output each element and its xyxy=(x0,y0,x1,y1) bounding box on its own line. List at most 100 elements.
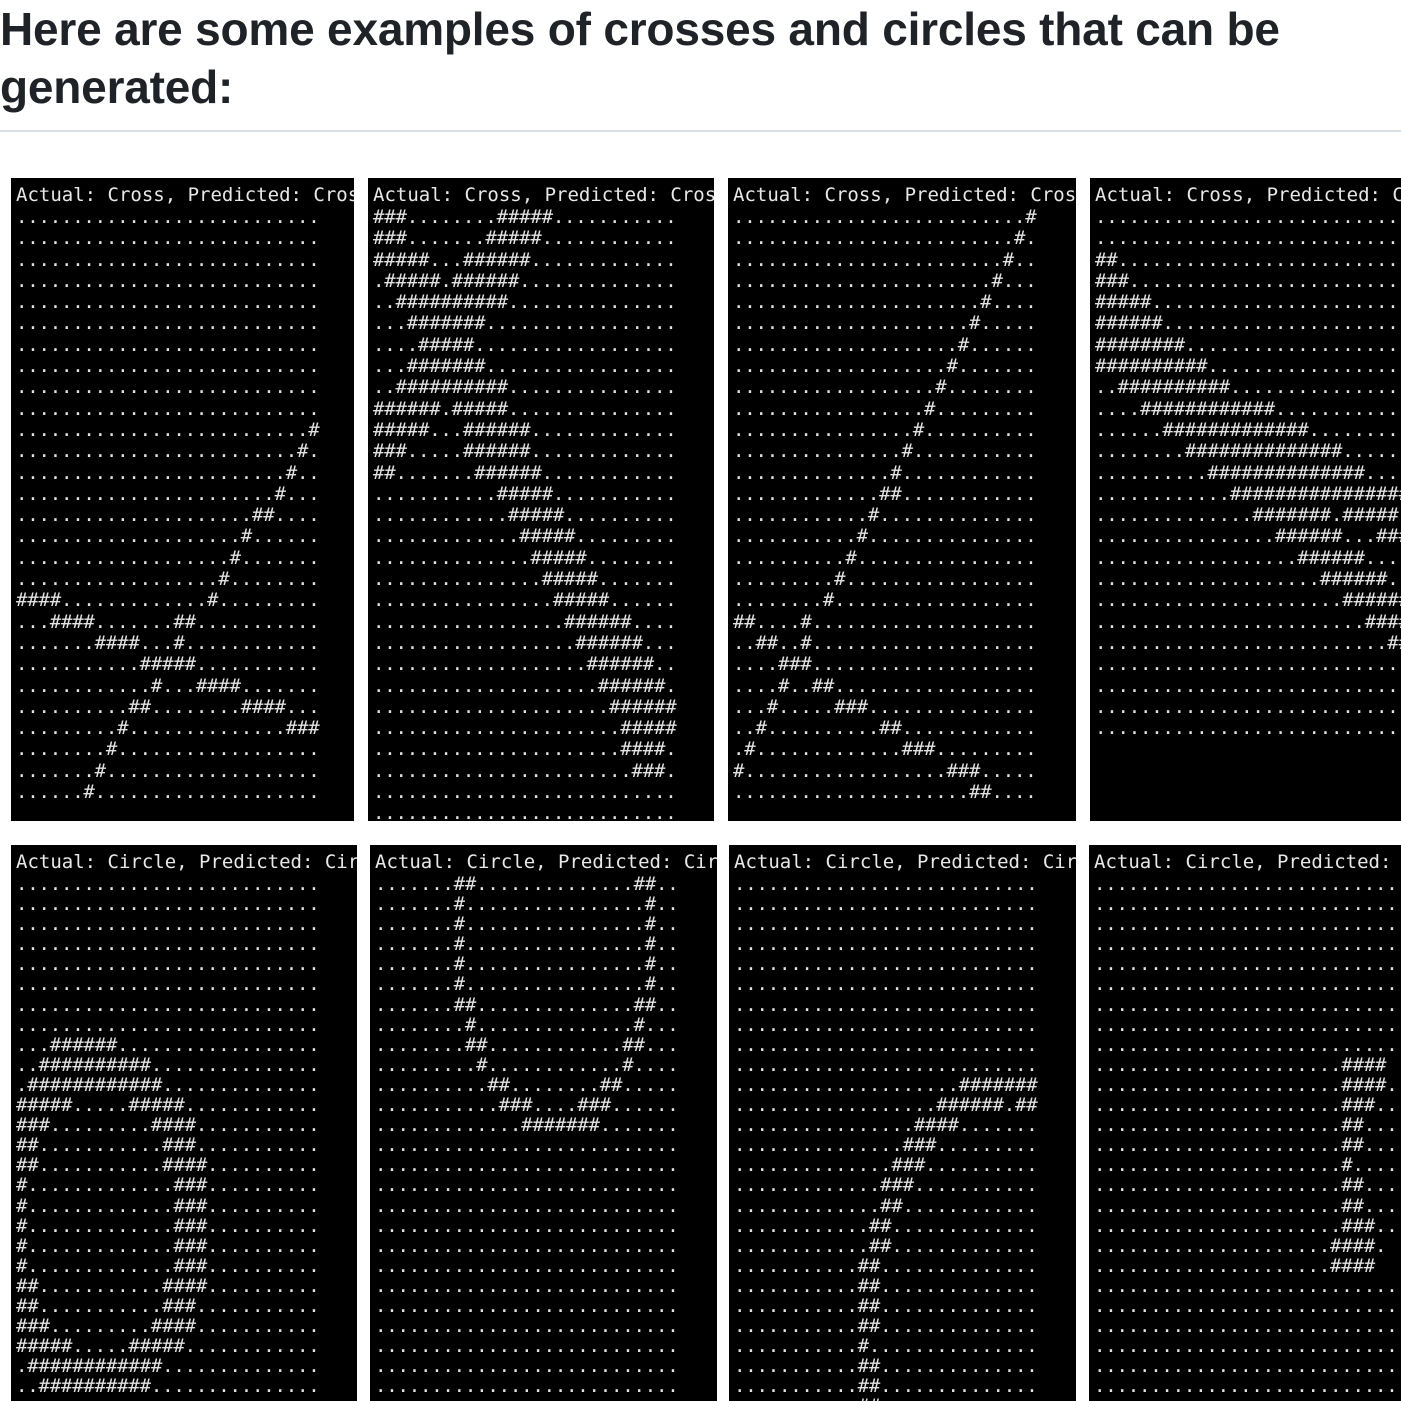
grid-row: ...............###......... xyxy=(734,1134,1038,1157)
ascii-grid: ........................................… xyxy=(16,874,320,1397)
grid-row: #####.....#####............ xyxy=(16,1335,320,1358)
grid-row: ..............#######.##### xyxy=(1095,504,1399,527)
grid-row: #.............###.......... xyxy=(16,1214,320,1237)
grid-row: ........................... xyxy=(375,1274,679,1297)
grid-row: ........................... xyxy=(373,781,677,804)
example-panel-cross-3: Actual: Cross, Predicted: Cross ........… xyxy=(728,178,1076,821)
grid-row: ........................... xyxy=(375,1375,679,1398)
grid-row: ........................... xyxy=(375,1315,679,1338)
grid-row: ..............#............ xyxy=(733,461,1037,484)
grid-row: .....................#..... xyxy=(733,312,1037,335)
grid-row: ........................... xyxy=(16,893,320,916)
grid-row: ........................... xyxy=(1094,1375,1398,1398)
grid-row: ........................... xyxy=(1094,873,1398,895)
grid-row: ..................#........ xyxy=(16,568,320,591)
ascii-grid: ###........#####........... ###.......###… xyxy=(373,206,677,821)
grid-row: ##......................... xyxy=(1095,248,1399,271)
grid-row: ........................... xyxy=(16,355,320,378)
grid-row: .......................#... xyxy=(16,482,320,505)
grid-row: .............##............ xyxy=(733,482,1037,505)
grid-row: ###........#####........... xyxy=(373,206,677,228)
grid-row: ..................#........ xyxy=(733,376,1037,399)
grid-row: ........................#.. xyxy=(733,248,1037,271)
ascii-grid: ........................................… xyxy=(16,206,320,804)
grid-row: ....#####.................. xyxy=(373,333,677,356)
grid-row: ........................... xyxy=(1094,993,1398,1016)
grid-row: ........................... xyxy=(734,973,1038,996)
grid-row: ........................... xyxy=(1095,206,1399,228)
example-panel-cross-4: Actual: Cross, Predicted: Cr ...........… xyxy=(1090,178,1401,821)
grid-row: ...........##.............. xyxy=(734,1254,1038,1277)
grid-row: .......#................... xyxy=(16,759,320,782)
grid-row: ......#.................... xyxy=(16,781,320,804)
grid-row: ......................#### xyxy=(1094,1053,1387,1076)
grid-row: ...................#....... xyxy=(16,546,320,569)
grid-row: ........................... xyxy=(16,312,320,335)
grid-row: ...#######................. xyxy=(373,312,677,335)
grid-row: .........................#. xyxy=(16,440,320,463)
grid-row: ........#.................. xyxy=(733,589,1037,612)
grid-row: ..............................## xyxy=(1095,674,1401,697)
grid-row: ........................... xyxy=(375,1234,679,1257)
grid-row: ............#...####....... xyxy=(16,674,320,697)
grid-row: .......####...#............ xyxy=(16,631,320,654)
grid-row: .....................####. xyxy=(1094,1234,1387,1257)
example-panel-circle-3: Actual: Circle, Predicted: Circle ......… xyxy=(729,845,1076,1401)
grid-row: ........................... xyxy=(16,291,320,314)
grid-row: ...................#....... xyxy=(733,355,1037,378)
grid-row: ...........##.............. xyxy=(734,1375,1038,1398)
grid-row: ........................... xyxy=(375,1335,679,1358)
ascii-grid: ........................................… xyxy=(1095,206,1401,739)
grid-row: ....................#...... xyxy=(733,333,1037,356)
grid-row: ..........................# xyxy=(16,418,320,441)
grid-row: ........................... xyxy=(1094,933,1398,956)
grid-row: .#.............###......... xyxy=(733,738,1037,761)
grid-row: ........................... xyxy=(375,1396,679,1401)
grid-row: ........................... xyxy=(16,333,320,356)
grid-row: ........................... xyxy=(1094,913,1398,936)
heading-divider xyxy=(0,130,1401,132)
grid-row: ...####.......##........... xyxy=(16,610,320,633)
grid-row: .............##............ xyxy=(734,1194,1038,1217)
grid-row: ......................###### xyxy=(1095,589,1401,612)
grid-row: ......#############........ xyxy=(1095,418,1399,441)
grid-row: ...#######................. xyxy=(373,355,677,378)
grid-row: ........................... xyxy=(375,1174,679,1197)
grid-row: .............#####......... xyxy=(373,525,677,548)
grid-row: ........................... xyxy=(1094,1294,1398,1317)
panel-title: Actual: Cross, Predicted: Cross xyxy=(373,184,714,206)
grid-row: ........................... xyxy=(1094,1335,1398,1358)
grid-row: ........................###### xyxy=(1095,610,1401,633)
grid-row: ...........#####........... xyxy=(16,653,320,676)
grid-row: ................####....... xyxy=(734,1114,1038,1137)
grid-row: ........................... xyxy=(16,953,320,976)
grid-row: ........................... xyxy=(734,1053,1038,1076)
grid-row: ........#..............#... xyxy=(375,1013,679,1036)
grid-row: ...#.....###............... xyxy=(733,695,1037,718)
grid-row: ....................######.. xyxy=(1095,568,1401,591)
grid-row: .........................#. xyxy=(733,227,1037,250)
grid-row: ######..................... xyxy=(1095,312,1399,335)
grid-row: ........................... xyxy=(1094,1274,1398,1297)
grid-row: .############.............. xyxy=(16,1355,320,1378)
grid-row: ..##########............... xyxy=(16,1053,320,1076)
grid-row: ..........##........##..... xyxy=(375,1073,679,1096)
grid-row: ........................... xyxy=(375,1355,679,1378)
grid-row: #####...######............. xyxy=(373,418,677,441)
grid-row: .........#..............### xyxy=(16,717,320,740)
grid-row: ###.........####........... xyxy=(16,1315,320,1338)
grid-row: ..............#####........ xyxy=(373,546,677,569)
grid-row: ......................###... xyxy=(1094,1094,1401,1117)
ascii-grid: .......##..............##.. .......#.....… xyxy=(375,874,679,1401)
grid-row: .........#................. xyxy=(733,568,1037,591)
grid-row: ........................... xyxy=(16,206,320,228)
grid-row: ........##############..... xyxy=(1095,440,1399,463)
grid-row: #####...................... xyxy=(1095,291,1399,314)
grid-row: .........#............#.... xyxy=(375,1053,679,1076)
grid-row: .#####.######.............. xyxy=(373,269,677,292)
grid-row: ........................... xyxy=(16,1013,320,1036)
ascii-grid: ........................................… xyxy=(734,874,1038,1401)
grid-row: ......................##.... xyxy=(1094,1114,1401,1137)
grid-row: ##...........####.......... xyxy=(16,1274,320,1297)
grid-row: ............##............. xyxy=(734,1234,1038,1257)
